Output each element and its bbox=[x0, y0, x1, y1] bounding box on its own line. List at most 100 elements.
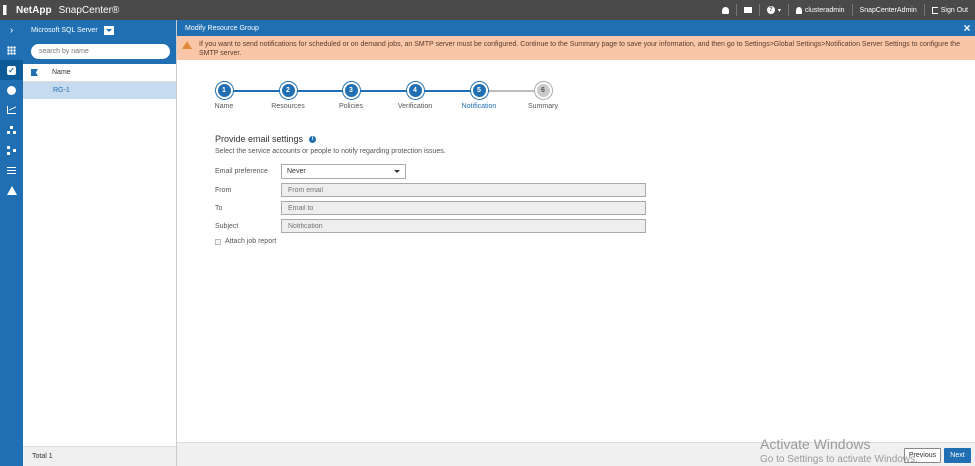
step-number: 3 bbox=[342, 82, 360, 99]
total-count: Total 1 bbox=[23, 446, 176, 466]
caret-down-icon: ▾ bbox=[777, 7, 781, 14]
checkbox[interactable] bbox=[215, 238, 221, 245]
notifications-button[interactable] bbox=[715, 0, 736, 20]
info-icon[interactable]: i bbox=[309, 135, 317, 143]
from-row: From bbox=[215, 183, 646, 197]
step-notification[interactable]: 5 Notification bbox=[449, 82, 509, 110]
page-title: Modify Resource Group bbox=[185, 24, 259, 32]
email-preference-label: Email preference bbox=[215, 168, 268, 175]
step-label: Summary bbox=[528, 103, 558, 110]
product-name: SnapCenter® bbox=[58, 4, 120, 16]
brand: NetApp SnapCenter® bbox=[0, 5, 119, 16]
top-right-menu: ? ▾ clusteradmin SnapCenterAdmin Sign Out bbox=[715, 0, 975, 20]
step-policies[interactable]: 3 Policies bbox=[321, 82, 381, 110]
user-menu[interactable]: clusteradmin bbox=[789, 0, 852, 20]
hierarchy-icon bbox=[7, 126, 16, 134]
sliders-icon bbox=[7, 166, 16, 174]
flag-icon[interactable] bbox=[31, 69, 38, 76]
messages-button[interactable] bbox=[737, 0, 759, 20]
email-preference-row: Email preference Never bbox=[215, 164, 406, 179]
chevron-right-icon: › bbox=[9, 24, 14, 36]
expand-nav-button[interactable]: › bbox=[0, 20, 23, 40]
email-settings-form: Provide email settings i Select the serv… bbox=[215, 134, 646, 245]
user-name: clusteradmin bbox=[804, 6, 845, 14]
user-icon bbox=[795, 6, 802, 14]
from-label: From bbox=[215, 186, 232, 194]
subject-label: Subject bbox=[215, 222, 239, 230]
smtp-warning-banner: If you want to send notifications for sc… bbox=[177, 36, 975, 60]
step-label: Policies bbox=[338, 103, 364, 110]
nav-resources[interactable]: ✓ bbox=[0, 60, 23, 80]
nav-reports[interactable] bbox=[0, 100, 23, 120]
section-subtitle: Select the service accounts or people to… bbox=[215, 148, 446, 155]
check-icon: ✓ bbox=[7, 65, 16, 75]
step-label: Notification bbox=[461, 103, 497, 110]
top-bar: NetApp SnapCenter® ? ▾ clusteradmin SnapC… bbox=[0, 0, 975, 20]
bell-icon bbox=[721, 6, 729, 14]
selected-value: Never bbox=[287, 168, 306, 175]
next-button[interactable]: Next bbox=[944, 448, 971, 463]
column-name-header[interactable]: Name bbox=[52, 69, 71, 76]
monitor-icon bbox=[7, 85, 16, 95]
help-button[interactable]: ? ▾ bbox=[760, 0, 788, 20]
nav-settings[interactable] bbox=[0, 160, 23, 180]
subject-row: Subject bbox=[215, 219, 646, 233]
subject-field[interactable] bbox=[281, 219, 646, 233]
role-menu[interactable]: SnapCenterAdmin bbox=[853, 0, 924, 20]
step-label: Name bbox=[214, 103, 234, 110]
netapp-logo-icon bbox=[3, 5, 7, 15]
activation-watermark: Activate Windows Go to Settings to activ… bbox=[760, 437, 918, 466]
nav-alerts[interactable] bbox=[0, 180, 23, 200]
nav-rail: › ✓ bbox=[0, 20, 23, 466]
step-label: Resources bbox=[271, 103, 305, 110]
watermark-title: Activate Windows bbox=[760, 436, 871, 452]
role-name: SnapCenterAdmin bbox=[859, 6, 917, 14]
nav-storage[interactable] bbox=[0, 140, 23, 160]
table-row[interactable]: RG-1 bbox=[23, 82, 176, 99]
step-resources[interactable]: 2 Resources bbox=[258, 82, 318, 110]
step-label: Verification bbox=[397, 103, 433, 110]
alert-text: If you want to send notifications for sc… bbox=[199, 41, 960, 57]
sign-out-icon bbox=[931, 6, 938, 14]
warning-icon bbox=[182, 41, 192, 49]
main-panel: Modify Resource Group × If you want to s… bbox=[177, 20, 975, 466]
to-email-field[interactable] bbox=[281, 201, 646, 215]
table-header: Name bbox=[23, 64, 176, 82]
mail-icon bbox=[743, 7, 752, 13]
step-name[interactable]: 1 Name bbox=[194, 82, 254, 110]
chart-icon bbox=[7, 106, 16, 114]
step-number: 6 bbox=[534, 82, 552, 99]
to-row: To bbox=[215, 201, 646, 215]
nav-dashboard[interactable] bbox=[0, 40, 23, 60]
search-input[interactable] bbox=[31, 44, 170, 59]
step-number: 5 bbox=[470, 82, 488, 99]
wizard-stepper: 1 Name 2 Resources 3 Policies 4 Verifica… bbox=[215, 82, 558, 114]
chevron-down-icon[interactable] bbox=[103, 25, 114, 35]
email-preference-select[interactable]: Never bbox=[281, 164, 406, 179]
step-summary[interactable]: 6 Summary bbox=[513, 82, 573, 110]
resource-panel: Microsoft SQL Server Name RG-1 Total 1 bbox=[23, 20, 177, 466]
step-number: 1 bbox=[215, 82, 233, 99]
close-icon[interactable]: × bbox=[959, 21, 975, 35]
checkbox-label: Attach job report bbox=[225, 238, 277, 245]
step-number: 2 bbox=[279, 82, 297, 99]
step-number: 4 bbox=[406, 82, 424, 99]
step-verification[interactable]: 4 Verification bbox=[385, 82, 445, 110]
sign-out-label: Sign Out bbox=[940, 6, 968, 14]
nav-hosts[interactable] bbox=[0, 120, 23, 140]
plugin-selector[interactable]: Microsoft SQL Server bbox=[31, 23, 168, 37]
resource-panel-header: Microsoft SQL Server bbox=[23, 20, 176, 64]
from-email-field[interactable] bbox=[281, 183, 646, 197]
nav-monitor[interactable] bbox=[0, 80, 23, 100]
to-label: To bbox=[215, 204, 223, 212]
help-icon: ? bbox=[766, 6, 775, 14]
plugin-name: Microsoft SQL Server bbox=[31, 26, 98, 34]
storage-icon bbox=[7, 145, 16, 155]
attach-job-report-checkbox[interactable]: Attach job report bbox=[215, 238, 276, 245]
sign-out-button[interactable]: Sign Out bbox=[925, 0, 975, 20]
panel-header: Modify Resource Group × bbox=[177, 20, 975, 36]
watermark-subtitle: Go to Settings to activate Windows. bbox=[760, 454, 918, 465]
section-title: Provide email settings bbox=[215, 134, 304, 144]
section-heading: Provide email settings i bbox=[215, 134, 446, 144]
brand-name: NetApp bbox=[16, 4, 52, 16]
